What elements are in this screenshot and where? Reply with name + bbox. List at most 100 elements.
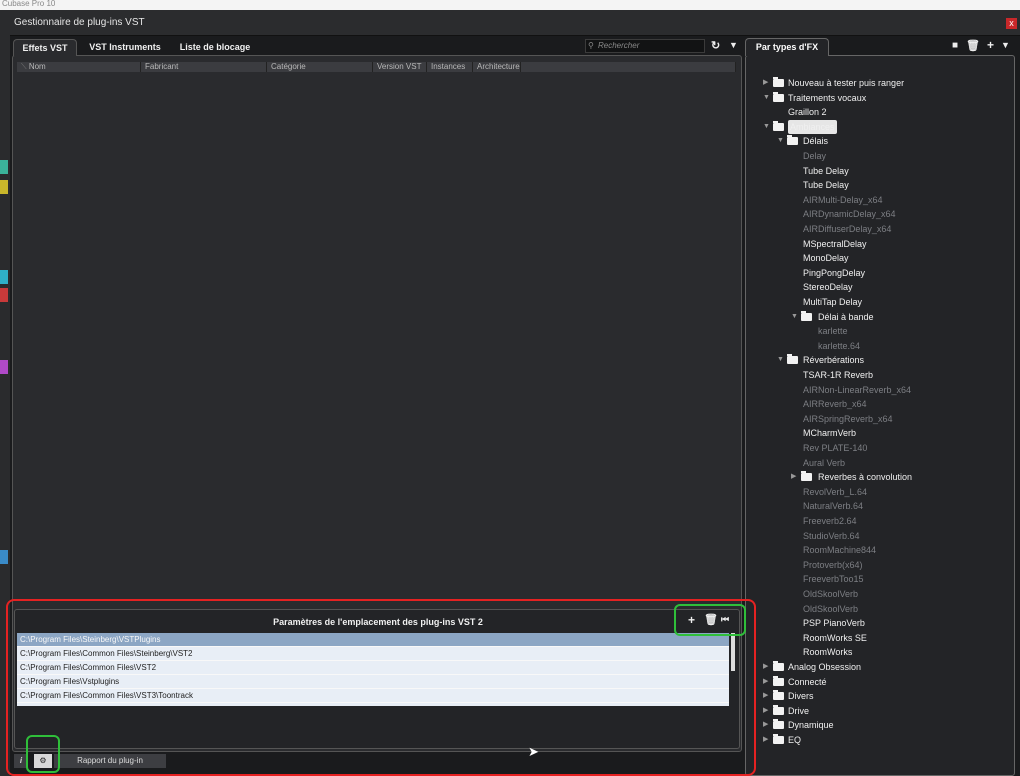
tree-item[interactable]: AIRMulti-Delay_x64	[746, 193, 1006, 207]
tree-label: Analog Obsession	[788, 662, 862, 672]
column-fabricant[interactable]: Fabricant	[141, 62, 267, 72]
trash-icon[interactable]: 🗑	[966, 39, 980, 52]
tree-label: Tube Delay	[803, 165, 849, 176]
tree-folder[interactable]: ▼ Traitements vocaux	[746, 91, 1006, 105]
tree-label: Protoverb(x64)	[803, 559, 863, 570]
tree-folder[interactable]: ▼ Délai à bande	[746, 310, 1006, 324]
folder-icon	[773, 690, 784, 701]
tree-label: AIRSpringReverb_x64	[803, 413, 893, 424]
column-instances[interactable]: Instances	[427, 62, 473, 72]
tab-effets-vst[interactable]: Effets VST	[13, 39, 77, 56]
expanded-arrow-icon[interactable]: ▼	[763, 120, 770, 134]
tree-item[interactable]: MultiTap Delay	[746, 295, 1006, 309]
tree-item[interactable]: RoomMachine844	[746, 543, 1006, 557]
tree-label: Graillon 2	[788, 107, 827, 118]
tree-item[interactable]: MSpectralDelay	[746, 237, 1006, 251]
dropdown-icon[interactable]: ▼	[1001, 40, 1010, 50]
expanded-arrow-icon[interactable]: ▼	[777, 353, 784, 367]
tree-item[interactable]: RevolVerb_L.64	[746, 485, 1006, 499]
tree-item[interactable]: PSP PianoVerb	[746, 616, 1006, 630]
tab-vst-instruments[interactable]: VST Instruments	[85, 39, 165, 56]
tree-folder[interactable]: ▼ Délais	[746, 134, 1006, 148]
tree-item[interactable]: TSAR-1R Reverb	[746, 368, 1006, 382]
tree-folder[interactable]: ▶ Nouveau à tester puis ranger	[746, 76, 1006, 90]
tree-item[interactable]: PingPongDelay	[746, 266, 1006, 280]
tree-item[interactable]: OldSkoolVerb	[746, 602, 1006, 616]
close-button[interactable]: x	[1006, 18, 1017, 29]
tree-item[interactable]: OldSkoolVerb	[746, 587, 1006, 601]
tree-item[interactable]: NaturalVerb.64	[746, 499, 1006, 513]
tree-folder[interactable]: ▶ Connecté	[746, 675, 1006, 689]
tree-item[interactable]: Delay	[746, 149, 1006, 163]
tree-label: PingPongDelay	[803, 267, 866, 278]
tree-item[interactable]: StereoDelay	[746, 280, 1006, 294]
tree-item[interactable]: MCharmVerb	[746, 426, 1006, 440]
column-nom[interactable]: ⟍ Nom	[17, 62, 141, 72]
window-title: Gestionnaire de plug-ins VST	[14, 17, 145, 28]
tree-label: Connecté	[788, 676, 827, 687]
tree-folder[interactable]: ▶ Reverbes à convolution	[746, 470, 1006, 484]
background-app-title: Cubase Pro 10	[0, 0, 1020, 10]
tree-item[interactable]: Freeverb2.64	[746, 514, 1006, 528]
column-version[interactable]: Version VST	[373, 62, 427, 72]
tree-label: StereoDelay	[803, 282, 853, 293]
collapsed-arrow-icon[interactable]: ▶	[763, 704, 768, 718]
tab-liste-blocage[interactable]: Liste de blocage	[175, 39, 255, 56]
tree-label: RoomWorks	[803, 647, 853, 658]
tree-item[interactable]: AIRSpringReverb_x64	[746, 412, 1006, 426]
menu-dropdown-icon[interactable]: ▼	[729, 40, 738, 50]
add-icon[interactable]: +	[987, 38, 994, 52]
new-folder-icon[interactable]: ■	[952, 40, 958, 51]
folder-icon	[773, 120, 784, 131]
expanded-arrow-icon[interactable]: ▼	[777, 134, 784, 148]
tree-label: PSP PianoVerb	[803, 618, 865, 629]
tab-par-types-fx[interactable]: Par types d'FX	[745, 38, 829, 56]
tree-label: EQ	[788, 735, 802, 745]
expanded-arrow-icon[interactable]: ▼	[763, 91, 770, 105]
collapsed-arrow-icon[interactable]: ▶	[763, 689, 768, 703]
tree-label: Délai à bande	[818, 311, 874, 322]
collapsed-arrow-icon[interactable]: ▶	[763, 660, 768, 674]
refresh-icon[interactable]: ↻	[711, 39, 720, 52]
fx-type-panel: ▶ Nouveau à tester puis ranger ▼ Traitement…	[745, 55, 1015, 776]
tree-item[interactable]: Tube Delay	[746, 164, 1006, 178]
collapsed-arrow-icon[interactable]: ▶	[763, 76, 768, 90]
tree-folder[interactable]: ▶ EQ	[746, 733, 1006, 747]
tree-folder[interactable]: ▶ Dynamique	[746, 718, 1006, 732]
tree-item[interactable]: Protoverb(x64)	[746, 558, 1006, 572]
tree-label: OldSkoolVerb	[803, 589, 859, 599]
tree-folder[interactable]: ▶ Analog Obsession	[746, 660, 1006, 674]
tree-item[interactable]: FreeverbToo15	[746, 572, 1006, 586]
tree-item[interactable]: AIRDiffuserDelay_x64	[746, 222, 1006, 236]
tree-label: Drive	[788, 705, 810, 716]
tree-item[interactable]: AIRDynamicDelay_x64	[746, 207, 1006, 221]
tree-label: AIRDynamicDelay_x64	[803, 209, 896, 220]
tree-item[interactable]: karlette.64	[746, 339, 1006, 353]
collapsed-arrow-icon[interactable]: ▶	[763, 718, 768, 732]
tree-item[interactable]: Rev PLATE-140	[746, 441, 1006, 455]
tree-item[interactable]: Aural Verb	[746, 456, 1006, 470]
tree-item[interactable]: RoomWorks SE	[746, 631, 1006, 645]
tree-item[interactable]: Tube Delay	[746, 178, 1006, 192]
search-input[interactable]: ⚲ Rechercher	[585, 39, 705, 53]
collapsed-arrow-icon[interactable]: ▶	[763, 733, 768, 747]
tree-folder[interactable]: ▼ Ambiances	[746, 119, 1006, 134]
annotation-green-box	[674, 604, 746, 636]
tree-item[interactable]: MonoDelay	[746, 251, 1006, 265]
expanded-arrow-icon[interactable]: ▼	[791, 310, 798, 324]
collapsed-arrow-icon[interactable]: ▶	[763, 675, 768, 689]
tree-item[interactable]: AIRNon-LinearReverb_x64	[746, 383, 1006, 397]
tree-folder[interactable]: ▶ Drive	[746, 704, 1006, 718]
tree-item[interactable]: AIRReverb_x64	[746, 397, 1006, 411]
tree-item[interactable]: RoomWorks	[746, 645, 1006, 659]
collapsed-arrow-icon[interactable]: ▶	[791, 470, 796, 484]
column-categorie[interactable]: Catégorie	[267, 62, 373, 72]
tree-item[interactable]: StudioVerb.64	[746, 529, 1006, 543]
column-architecture[interactable]: Architecture	[473, 62, 521, 72]
tree-folder[interactable]: ▶ Divers	[746, 689, 1006, 703]
annotation-red-box	[6, 599, 756, 776]
folder-icon	[773, 704, 784, 715]
tree-folder[interactable]: ▼ Réverbérations	[746, 353, 1006, 367]
tree-item[interactable]: Graillon 2	[746, 105, 1006, 119]
tree-item[interactable]: karlette	[746, 324, 1006, 338]
